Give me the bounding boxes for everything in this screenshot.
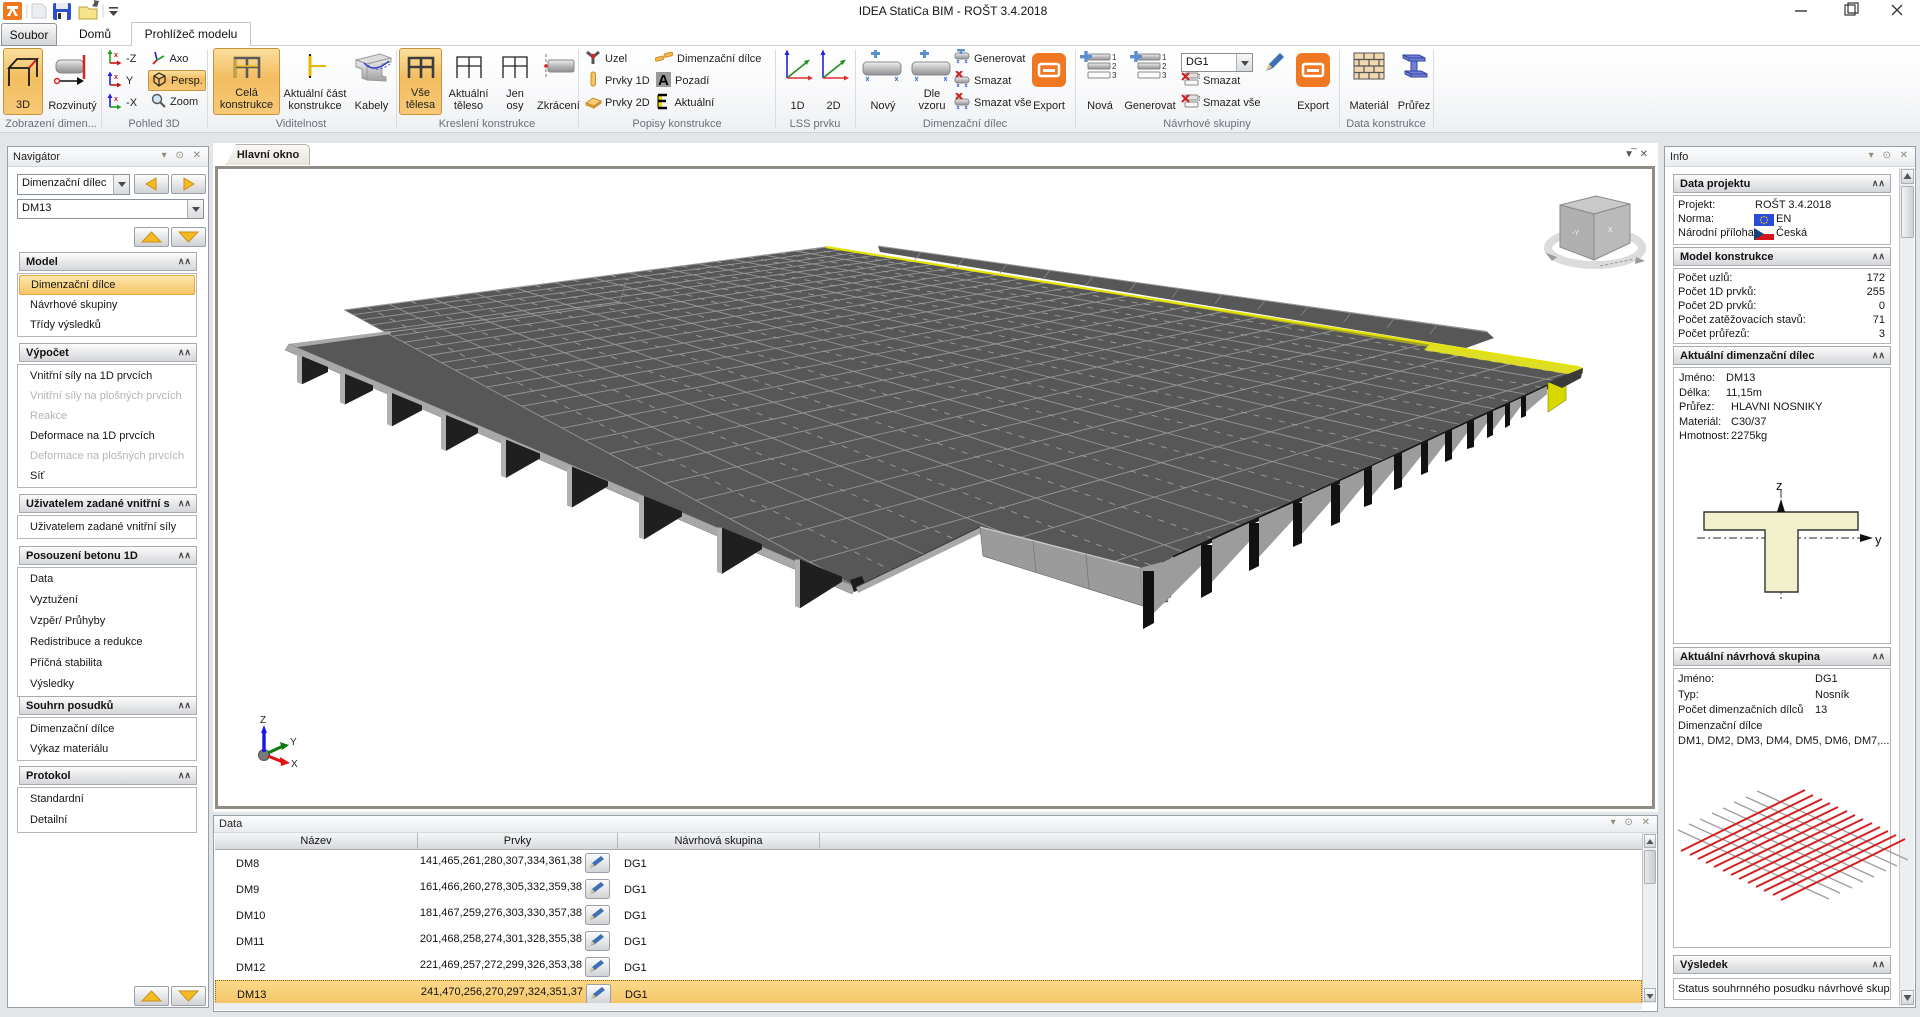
svg-text:-Y: -Y — [1572, 230, 1579, 237]
svg-text:y: y — [1875, 532, 1882, 547]
svg-text:X: X — [1608, 227, 1613, 234]
svg-text:Y: Y — [290, 737, 297, 748]
svg-text:z: z — [1776, 478, 1783, 493]
svg-text:X: X — [291, 759, 298, 770]
svg-text:Z: Z — [260, 715, 266, 726]
